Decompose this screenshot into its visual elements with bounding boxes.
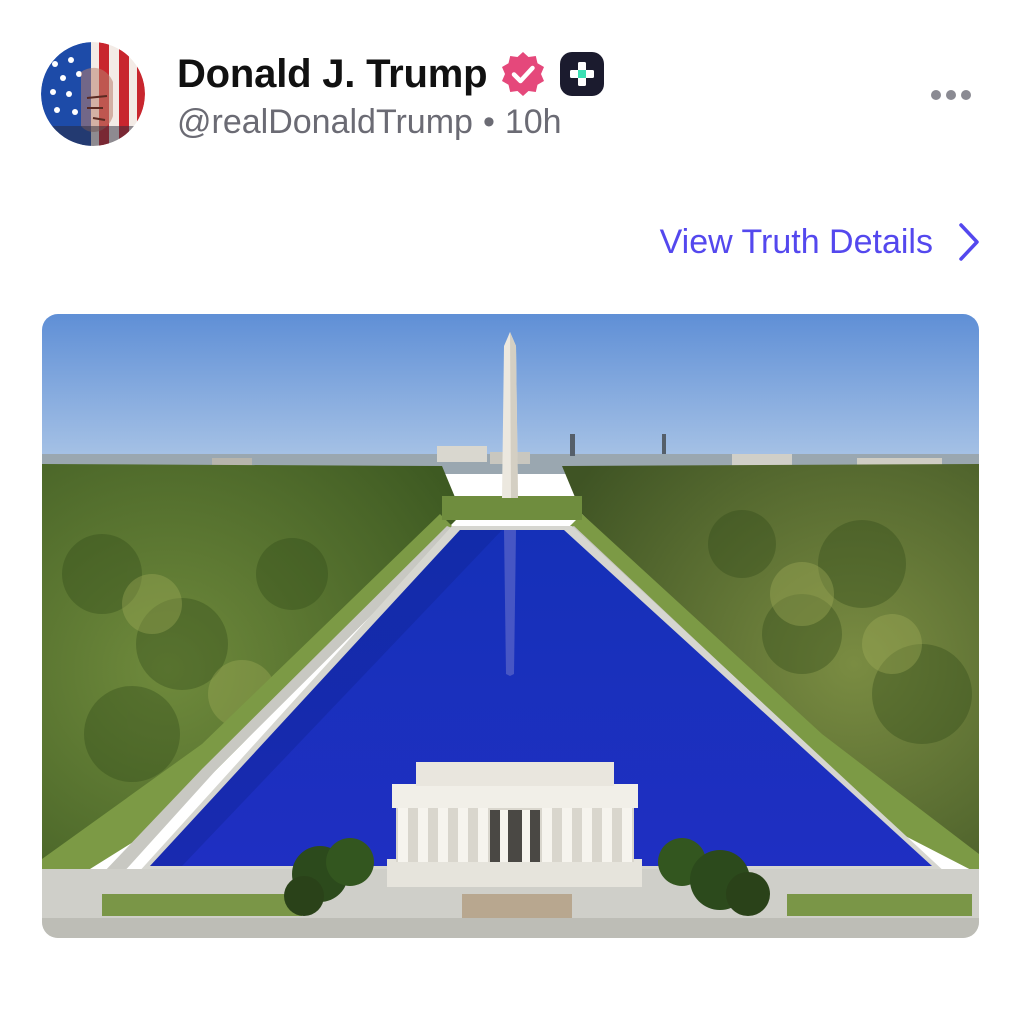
plus-badge-icon: [560, 52, 605, 96]
post-timestamp[interactable]: 10h: [505, 103, 562, 141]
meta-separator: •: [482, 103, 495, 141]
handle-row: @realDonaldTrump • 10h: [177, 103, 562, 141]
author-handle[interactable]: @realDonaldTrump: [177, 103, 473, 141]
avatar-image: [41, 42, 145, 146]
reflecting-pool-photo: [42, 314, 979, 938]
truth-post: Donald J. Trump @realDonaldTrump • 10h V…: [0, 0, 1021, 1024]
view-truth-details-label: View Truth Details: [659, 223, 933, 261]
more-options-button[interactable]: [926, 80, 976, 110]
display-name-row: Donald J. Trump: [177, 46, 605, 102]
chevron-right-icon: [959, 223, 979, 261]
view-truth-details-link[interactable]: View Truth Details: [660, 218, 981, 266]
verified-badge-icon: [502, 52, 545, 96]
avatar[interactable]: [41, 42, 145, 146]
post-media-image[interactable]: [42, 314, 979, 938]
more-horizontal-icon: [931, 90, 971, 100]
display-name[interactable]: Donald J. Trump: [177, 54, 488, 94]
